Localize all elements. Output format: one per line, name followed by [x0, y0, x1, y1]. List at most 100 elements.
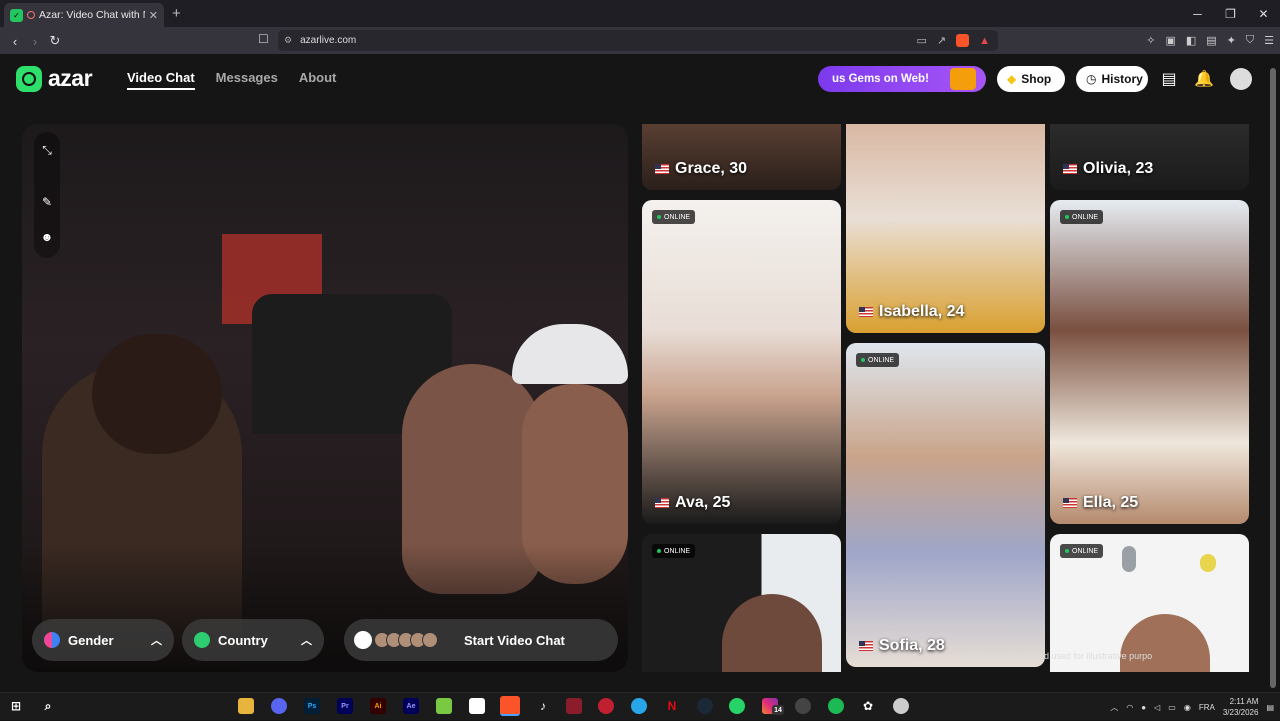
- profile-card[interactable]: Grace, 30: [642, 124, 841, 190]
- microphone-icon[interactable]: ●: [1141, 703, 1146, 712]
- globe-icon: [194, 632, 210, 648]
- user-thumbnails: [374, 632, 438, 648]
- profile-card[interactable]: Olivia, 23: [1050, 124, 1249, 190]
- app-icon[interactable]: [436, 698, 452, 714]
- us-flag-icon: [1063, 498, 1077, 508]
- profile-card[interactable]: ONLINE: [642, 534, 841, 672]
- site-info-icon[interactable]: ⚙: [284, 35, 292, 46]
- us-flag-icon: [655, 498, 669, 508]
- video-preview: [22, 124, 628, 672]
- cast-icon[interactable]: ▭: [916, 34, 926, 47]
- azar-favicon-icon: ✓: [10, 8, 23, 22]
- photoshop-icon[interactable]: Ps: [304, 698, 320, 714]
- media-icon[interactable]: ▣: [1165, 34, 1175, 47]
- profile-name: Isabella, 24: [859, 303, 964, 321]
- battery-icon[interactable]: ▭: [1168, 703, 1176, 712]
- app-tray-icon[interactable]: ◉: [1184, 703, 1191, 712]
- netflix-icon[interactable]: N: [664, 698, 680, 714]
- gender-label: Gender: [68, 632, 114, 648]
- browser-tab[interactable]: ✓ Azar: Video Chat with New P ✕: [4, 3, 164, 27]
- new-tab-button[interactable]: +: [172, 5, 181, 22]
- menu-icon[interactable]: ☰: [1264, 34, 1274, 47]
- maximize-button[interactable]: ❐: [1214, 0, 1247, 27]
- history-button[interactable]: ◷ History: [1076, 66, 1148, 92]
- nav-messages[interactable]: Messages: [216, 70, 278, 90]
- profile-card[interactable]: ONLINE Sofia, 28: [846, 343, 1045, 667]
- extensions-icon[interactable]: ✧: [1146, 34, 1155, 47]
- volume-icon[interactable]: ◁: [1154, 703, 1160, 712]
- shop-button[interactable]: ◆ Shop: [997, 66, 1065, 92]
- file-explorer-icon[interactable]: [238, 698, 254, 714]
- app-icon[interactable]: [795, 698, 811, 714]
- app-icon[interactable]: [566, 698, 582, 714]
- browser-extensions: ✧ ▣ ◧ ▤ ✦ ⛉ ☰: [1146, 34, 1274, 47]
- browser-toolbar: ‹ › ↻ ☐ ⚙ azarlive.com ▭ ↗ ▲ ✧ ▣ ◧ ▤ ✦ ⛉…: [0, 27, 1280, 54]
- brave-shields-icon[interactable]: [956, 34, 970, 47]
- profile-card[interactable]: ONLINE Ava, 25: [642, 200, 841, 524]
- minimize-view-icon[interactable]: ⤡: [38, 141, 56, 159]
- clock-time: 2:11 AM: [1229, 697, 1259, 706]
- decor-shape: [1200, 554, 1216, 572]
- brave-browser-icon[interactable]: [500, 696, 520, 716]
- vpn-icon[interactable]: ⛉: [1246, 34, 1254, 47]
- search-icon[interactable]: ⌕: [40, 698, 56, 714]
- nav-about[interactable]: About: [299, 70, 337, 90]
- bookmark-icon[interactable]: ☐: [258, 32, 269, 46]
- wallet-icon[interactable]: ▤: [1206, 34, 1216, 47]
- wifi-icon[interactable]: ◠: [1126, 703, 1133, 712]
- back-icon[interactable]: ‹: [5, 31, 25, 51]
- us-flag-icon: [1063, 164, 1077, 174]
- spotify-icon[interactable]: [828, 698, 844, 714]
- minimize-button[interactable]: ─: [1181, 0, 1214, 27]
- country-filter-button[interactable]: Country ︿: [182, 619, 324, 661]
- page-scrollbar[interactable]: [1270, 68, 1276, 688]
- reload-icon[interactable]: ↻: [45, 31, 65, 51]
- windows-start-icon[interactable]: ⊞: [8, 698, 24, 714]
- whatsapp-icon[interactable]: [729, 698, 745, 714]
- close-window-button[interactable]: ✕: [1247, 0, 1280, 27]
- clock[interactable]: 2:11 AM 3/23/2026: [1223, 696, 1259, 718]
- after-effects-icon[interactable]: Ae: [403, 698, 419, 714]
- app-icon[interactable]: [598, 698, 614, 714]
- store-icon[interactable]: ▤: [1159, 69, 1179, 89]
- steam-icon[interactable]: [697, 698, 713, 714]
- start-video-chat-button[interactable]: Start Video Chat: [344, 619, 618, 661]
- azar-logo[interactable]: azar: [16, 65, 93, 92]
- leo-ai-icon[interactable]: ✦: [1227, 34, 1236, 47]
- gems-banner-text: us Gems on Web!: [832, 73, 929, 85]
- avatar[interactable]: [1230, 68, 1252, 90]
- bell-icon[interactable]: 🔔: [1194, 69, 1214, 89]
- profile-card[interactable]: ONLINE Ella, 25: [1050, 200, 1249, 524]
- discord-icon[interactable]: [271, 698, 287, 714]
- clock-icon: ◷: [1086, 72, 1097, 86]
- web-page: azar Video Chat Messages About us Gems o…: [0, 54, 1280, 692]
- history-label: History: [1101, 72, 1143, 86]
- gems-banner[interactable]: us Gems on Web!: [818, 66, 986, 92]
- magic-wand-icon[interactable]: ✎: [38, 193, 56, 211]
- online-badge: ONLINE: [1060, 210, 1104, 224]
- app-icon[interactable]: [893, 698, 909, 714]
- hair-left: [92, 334, 222, 454]
- chevron-up-icon[interactable]: ︿: [1110, 702, 1118, 713]
- notification-icon[interactable]: ▤: [1266, 703, 1274, 712]
- capcut-icon[interactable]: [469, 698, 485, 714]
- gem-icon: ◆: [1007, 72, 1017, 86]
- face-filter-icon[interactable]: ☻: [38, 228, 56, 246]
- premiere-icon[interactable]: Pr: [337, 698, 353, 714]
- tab-close-icon[interactable]: ✕: [149, 9, 158, 22]
- sidebar-icon[interactable]: ◧: [1186, 34, 1196, 47]
- telegram-icon[interactable]: [631, 698, 647, 714]
- online-badge: ONLINE: [652, 210, 696, 224]
- chatgpt-icon[interactable]: ✿: [860, 698, 876, 714]
- share-icon[interactable]: ↗: [937, 34, 946, 47]
- nav-video-chat[interactable]: Video Chat: [127, 70, 195, 90]
- tiktok-icon[interactable]: ♪: [535, 698, 551, 714]
- illustrator-icon[interactable]: Ai: [370, 698, 386, 714]
- gender-filter-button[interactable]: Gender ︿: [32, 619, 174, 661]
- address-bar[interactable]: ⚙ azarlive.com ▭ ↗ ▲: [278, 30, 998, 51]
- forward-icon[interactable]: ›: [25, 31, 45, 51]
- profile-card[interactable]: Isabella, 24: [846, 124, 1045, 333]
- language-indicator[interactable]: FRA: [1199, 703, 1215, 712]
- chevron-up-icon: ︿: [151, 635, 162, 647]
- brave-rewards-icon[interactable]: ▲: [979, 35, 990, 47]
